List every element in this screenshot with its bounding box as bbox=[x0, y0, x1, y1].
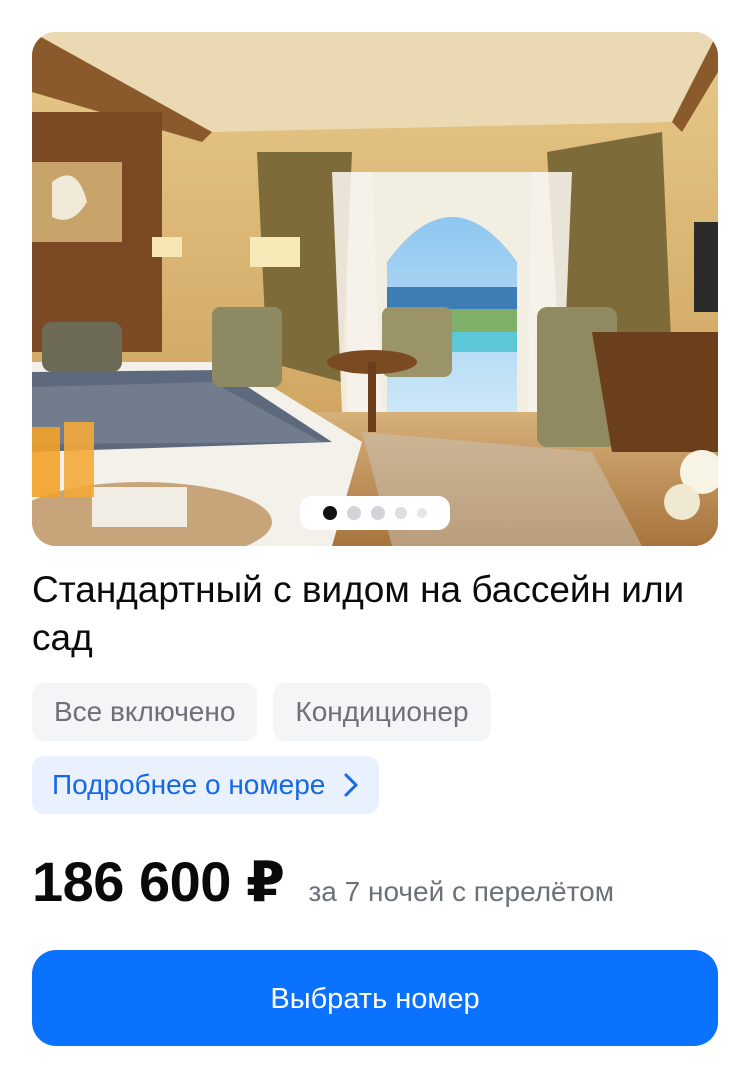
gallery-dot[interactable] bbox=[417, 508, 427, 518]
room-tags: Все включено Кондиционер bbox=[32, 683, 491, 741]
gallery-dot[interactable] bbox=[395, 507, 407, 519]
chevron-right-icon bbox=[344, 773, 358, 797]
price-block: 186 600 ₽ за 7 ночей с перелётом bbox=[32, 849, 614, 915]
gallery-dot-active[interactable] bbox=[323, 506, 337, 520]
room-photo[interactable] bbox=[32, 32, 718, 546]
room-details-link[interactable]: Подробнее о номере bbox=[32, 756, 380, 814]
select-room-button[interactable]: Выбрать номер bbox=[32, 950, 718, 1046]
room-photo-image bbox=[32, 32, 718, 546]
tag-air-conditioner: Кондиционер bbox=[273, 683, 491, 741]
gallery-pagination bbox=[300, 496, 450, 530]
price-note: за 7 ночей с перелётом bbox=[308, 876, 614, 907]
gallery-dot[interactable] bbox=[347, 506, 361, 520]
gallery-dot[interactable] bbox=[371, 506, 385, 520]
room-details-link-label: Подробнее о номере bbox=[52, 769, 326, 800]
tag-all-inclusive: Все включено bbox=[32, 683, 258, 741]
price-value: 186 600 ₽ bbox=[32, 850, 285, 913]
room-title: Стандартный с видом на бассейн или сад bbox=[32, 569, 685, 658]
